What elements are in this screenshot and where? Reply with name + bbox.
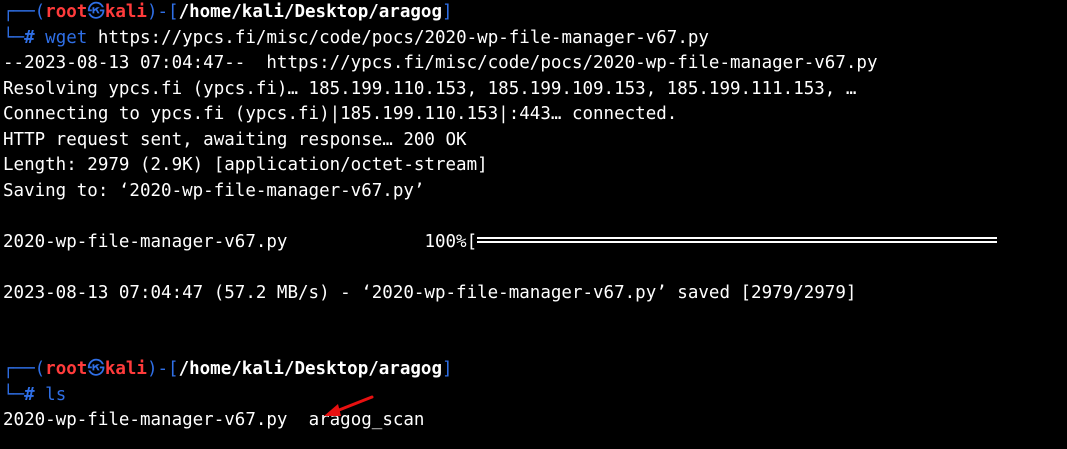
command-wget: wget xyxy=(45,27,88,48)
progress-percent: 100%[ xyxy=(424,231,478,252)
command-ls: ls xyxy=(45,384,67,405)
prompt-host: kali xyxy=(104,2,147,22)
prompt-line-top: ┌──(root㉿kali)-[/home/kali/Desktop/arago… xyxy=(3,2,453,22)
skull-icon: ㉿ xyxy=(87,359,105,379)
output-line: Connecting to ypcs.fi (ypcs.fi)|185.199.… xyxy=(3,104,678,124)
ls-file-wp-file-manager[interactable]: 2020-wp-file-manager-v67.py xyxy=(3,410,287,430)
prompt-user: root xyxy=(45,2,88,22)
prompt-path: /home/kali/Desktop/aragog xyxy=(178,359,442,379)
prompt-hash: # xyxy=(24,27,35,48)
output-line: HTTP request sent, awaiting response… 20… xyxy=(3,129,467,150)
prompt-line-top: ┌──(root㉿kali)-[/home/kali/Desktop/arago… xyxy=(3,359,453,379)
progress-line: 2020-wp-file-manager-v67.py 100%[ xyxy=(3,230,1067,256)
progress-filename: 2020-wp-file-manager-v67.py xyxy=(3,231,288,252)
output-line: Saving to: ‘2020-wp-file-manager-v67.py’ xyxy=(3,180,425,201)
saved-line: 2023-08-13 07:04:47 (57.2 MB/s) - ‘2020-… xyxy=(3,282,857,303)
progress-bar xyxy=(477,237,998,243)
ls-output-line: 2020-wp-file-manager-v67.py aragog_scan xyxy=(3,408,1067,434)
output-line: Length: 2979 (2.9K) [application/octet-s… xyxy=(3,155,488,175)
command-wget-args: https://ypcs.fi/misc/code/pocs/2020-wp-f… xyxy=(87,27,709,48)
output-line: Resolving ypcs.fi (ypcs.fi)… 185.199.110… xyxy=(3,78,857,99)
prompt-hash: # xyxy=(24,384,35,405)
prompt-line-command: └─# ls xyxy=(3,384,67,405)
prompt-host: kali xyxy=(104,359,147,379)
prompt-path: /home/kali/Desktop/aragog xyxy=(178,2,442,22)
prompt-user: root xyxy=(45,359,88,379)
output-line: --2023-08-13 07:04:47-- https://ypcs.fi/… xyxy=(3,53,878,73)
red-arrow-icon xyxy=(324,395,374,416)
prompt-line-command: └─# wget https://ypcs.fi/misc/code/pocs/… xyxy=(3,27,709,48)
terminal-window[interactable]: ┌──(root㉿kali)-[/home/kali/Desktop/arago… xyxy=(0,0,1067,449)
skull-icon: ㉿ xyxy=(87,2,105,22)
